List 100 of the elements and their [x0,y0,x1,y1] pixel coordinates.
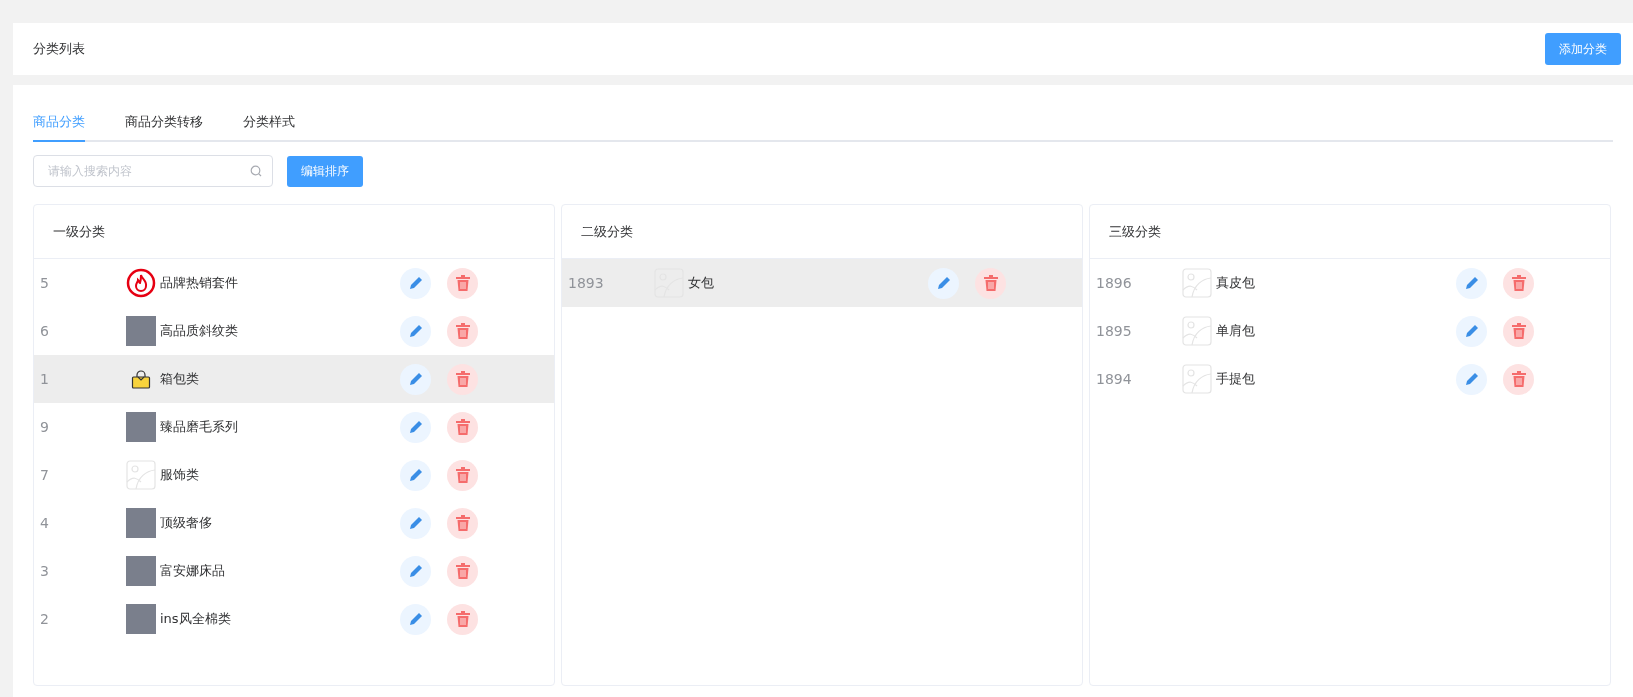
pencil-icon [407,611,424,627]
edit-button[interactable] [400,507,431,539]
photo-placeholder [126,316,156,346]
trash-icon [455,467,470,483]
edit-button[interactable] [1456,315,1487,347]
delete-button[interactable] [447,603,478,635]
category-name: ins风全棉类 [160,610,232,628]
edit-button[interactable] [928,267,959,299]
tab[interactable]: 商品分类转移 [125,105,203,142]
category-row[interactable]: 5 品牌热销套件 [34,259,554,307]
trash-icon [455,611,470,627]
category-name: 服饰类 [160,466,200,484]
delete-button[interactable] [1503,315,1534,347]
pencil-icon [1463,371,1480,387]
photo-placeholder [126,556,156,586]
category-row[interactable]: 6 高品质斜纹类 [34,307,554,355]
category-id: 1895 [1095,323,1133,339]
image-placeholder-icon [1182,364,1212,394]
category-row[interactable]: 1893 女包 [562,259,1082,307]
search-icon [250,165,262,177]
trash-icon [455,275,470,291]
category-id: 1894 [1095,371,1133,387]
pencil-icon [935,275,952,291]
edit-button[interactable] [400,603,431,635]
category-id: 5 [39,275,50,291]
image-placeholder-icon [126,460,156,490]
edit-button[interactable] [400,363,431,395]
category-row[interactable]: 4 顶级奢侈 [34,499,554,547]
trash-icon [455,371,470,387]
delete-button[interactable] [447,363,478,395]
photo-placeholder [126,604,156,634]
category-row[interactable]: 1 箱包类 [34,355,554,403]
bag-icon [131,369,151,389]
category-id: 9 [39,419,50,435]
tab[interactable]: 分类样式 [243,105,295,142]
edit-button[interactable] [400,459,431,491]
category-name: 高品质斜纹类 [160,322,239,340]
delete-button[interactable] [447,507,478,539]
edit-button[interactable] [1456,363,1487,395]
category-id: 1 [39,371,50,387]
category-name: 单肩包 [1216,322,1256,340]
category-row[interactable]: 9 臻品磨毛系列 [34,403,554,451]
pencil-icon [1463,275,1480,291]
delete-button[interactable] [975,267,1006,299]
category-row[interactable]: 7 服饰类 [34,451,554,499]
category-name: 顶级奢侈 [160,514,213,532]
delete-button[interactable] [1503,363,1534,395]
category-name: 真皮包 [1216,274,1256,292]
image-placeholder-icon [1182,316,1212,346]
pencil-icon [407,275,424,291]
trash-icon [1511,275,1526,291]
delete-button[interactable] [447,555,478,587]
pencil-icon [407,371,424,387]
pencil-icon [407,467,424,483]
panel-title: 二级分类 [581,222,633,241]
edit-button[interactable] [400,555,431,587]
category-id: 1893 [567,275,605,291]
trash-icon [455,515,470,531]
photo-placeholder [126,508,156,538]
trash-icon [983,275,998,291]
category-name: 女包 [688,274,715,292]
trash-icon [1511,371,1526,387]
panel-title: 三级分类 [1109,222,1161,241]
delete-button[interactable] [447,411,478,443]
category-name: 富安娜床品 [160,562,226,580]
delete-button[interactable] [447,267,478,299]
trash-icon [455,419,470,435]
category-row[interactable]: 1894 手提包 [1090,355,1610,403]
category-row[interactable]: 2 ins风全棉类 [34,595,554,643]
category-row[interactable]: 1895 单肩包 [1090,307,1610,355]
edit-button[interactable] [400,411,431,443]
category-id: 4 [39,515,50,531]
panel-title: 一级分类 [53,222,105,241]
trash-icon [455,563,470,579]
category-id: 7 [39,467,50,483]
image-placeholder-icon [1182,268,1212,298]
photo-placeholder [126,412,156,442]
search-field[interactable]: 请输入搜索内容 [33,155,273,187]
pencil-icon [407,515,424,531]
edit-button[interactable] [400,267,431,299]
delete-button[interactable] [447,459,478,491]
trash-icon [455,323,470,339]
pencil-icon [407,419,424,435]
category-name: 品牌热销套件 [160,274,239,292]
category-id: 6 [39,323,50,339]
category-id: 3 [39,563,50,579]
edit-button[interactable] [400,315,431,347]
category-row[interactable]: 1896 真皮包 [1090,259,1610,307]
flame-icon [126,268,156,298]
category-name: 臻品磨毛系列 [160,418,239,436]
category-name: 箱包类 [160,370,200,388]
edit-button[interactable] [1456,267,1487,299]
delete-button[interactable] [1503,267,1534,299]
category-id: 1896 [1095,275,1133,291]
pencil-icon [1463,323,1480,339]
pencil-icon [407,323,424,339]
category-row[interactable]: 3 富安娜床品 [34,547,554,595]
delete-button[interactable] [447,315,478,347]
pencil-icon [407,563,424,579]
category-id: 2 [39,611,50,627]
